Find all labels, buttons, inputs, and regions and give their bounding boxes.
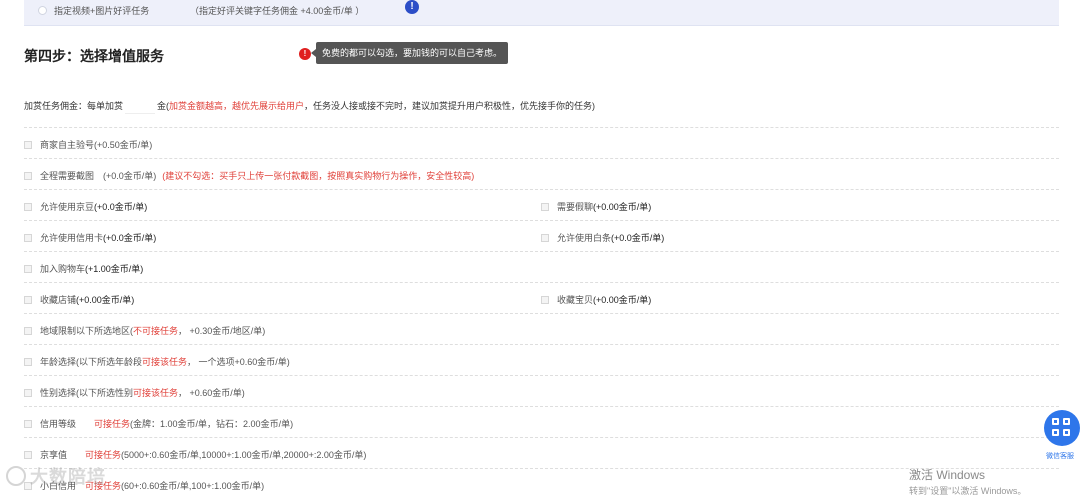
option-price: (金牌：1.00金币/单，钻石：2.00金币/单) — [130, 419, 294, 429]
video-image-review-label: 指定视频+图片好评任务 — [54, 6, 150, 16]
option-price: (60+:0.60金币/单,100+:1.00金币/单) — [121, 481, 265, 491]
wechat-service-label[interactable]: 微信客服 — [1046, 451, 1074, 461]
grid-icon — [1052, 429, 1059, 436]
option-label: 加入购物车 — [40, 264, 86, 274]
service-option-merchant-verify[interactable]: 商家自主验号 (+0.50金币/单) — [24, 138, 152, 151]
service-row: 加入购物车 (+1.00金币/单) — [24, 251, 1059, 282]
option-label: 允许使用白条 — [557, 233, 612, 243]
service-option-jd-value[interactable]: 京享值 可接任务 (5000+:0.60金币/单,10000+:1.00金币/单,… — [24, 448, 366, 461]
service-option-fav-item[interactable]: 收藏宝贝 (+0.00金币/单) — [541, 293, 651, 306]
step-four-title: 第四步：选择增值服务 — [24, 48, 164, 64]
service-row: 地域限制以下所选地区(不可接任务， +0.30金币/地区/单) — [24, 313, 1059, 344]
checkbox[interactable] — [24, 295, 32, 304]
checkbox[interactable] — [24, 450, 32, 459]
bonus-highlight: 加赏金额越高，越优先展示给用户 — [169, 101, 305, 111]
option-price: (+0.00金币/单) — [593, 202, 652, 212]
bonus-label: 加赏任务佣金：每单加赏 — [24, 101, 124, 111]
service-row: 商家自主验号 (+0.50金币/单) — [24, 127, 1059, 158]
service-row: 全程需要截图 (+0.0金币/单) (建议不勾选：买手只上传一张付款截图，按照真实… — [24, 158, 1059, 189]
bonus-unit: 金( — [157, 101, 170, 111]
checkbox[interactable] — [24, 264, 32, 273]
option-label: 收藏店铺 — [40, 295, 77, 305]
option-price: (+0.0金币/单) — [94, 202, 148, 212]
bonus-amount-input[interactable] — [125, 99, 156, 114]
service-option-jd-beans[interactable]: 允许使用京豆 (+0.0金币/单) — [24, 200, 147, 213]
option-price: (+0.00金币/单) — [593, 295, 652, 305]
service-row: 收藏店铺 (+0.00金币/单) 收藏宝贝 (+0.00金币/单) — [24, 282, 1059, 313]
bonus-commission-row: 加赏任务佣金：每单加赏 金(加赏金额越高，越优先展示给用户，任务没人接或接不完时，… — [24, 99, 595, 114]
bonus-rest: ，任务没人接或接不完时，建议加赏提升用户积极性，优先接手你的任务) — [304, 101, 596, 111]
service-row: 小白信用 可接任务 (60+:0.60金币/单,100+:1.00金币/单) — [24, 468, 1059, 497]
option-highlight: 可接任务 — [94, 419, 131, 429]
option-label: 商家自主验号 — [40, 140, 95, 150]
option-label: 地域限制以下所选地区( — [40, 326, 133, 336]
checkbox[interactable] — [541, 202, 549, 211]
checkbox[interactable] — [24, 171, 32, 180]
grid-icon — [1052, 418, 1059, 425]
option-label: 收藏宝贝 — [557, 295, 594, 305]
service-row: 年龄选择(以下所选年龄段 可接该任务， 一个选项+0.60金币/单) — [24, 344, 1059, 375]
option-price: (+0.50金币/单) — [94, 140, 153, 150]
service-row: 允许使用京豆 (+0.0金币/单) 需要假聊 (+0.00金币/单) — [24, 189, 1059, 220]
option-highlight: 不可接任务 — [133, 326, 179, 336]
service-row: 允许使用信用卡 (+0.0金币/单) 允许使用白条 (+0.0金币/单) — [24, 220, 1059, 251]
option-label: 允许使用信用卡 — [40, 233, 104, 243]
option-label: 性别选择(以下所选性别 — [40, 388, 133, 398]
grid-icon — [1063, 429, 1070, 436]
option-label: 京享值 — [40, 450, 86, 460]
watermark-text: 大数陪培 — [30, 467, 106, 487]
grid-icon — [1063, 418, 1070, 425]
service-option-credit-card[interactable]: 允许使用信用卡 (+0.0金币/单) — [24, 231, 156, 244]
option-price: ， +0.60金币/单) — [178, 388, 245, 398]
option-label: 全程需要截图 — [40, 171, 95, 181]
checkbox[interactable] — [24, 202, 32, 211]
checkbox[interactable] — [24, 388, 32, 397]
option-price: (5000+:0.60金币/单,10000+:1.00金币/单,20000+:2… — [121, 450, 367, 460]
prev-step-option-bar: 指定视频+图片好评任务 （指定好评关键字任务佣金 +4.00金币/单 ） ! — [24, 0, 1059, 26]
wechat-service-button[interactable] — [1044, 410, 1080, 446]
option-price: (+0.0金币/单) — [94, 171, 157, 181]
info-icon[interactable]: ! — [405, 0, 419, 14]
service-option-age[interactable]: 年龄选择(以下所选年龄段 可接该任务， 一个选项+0.60金币/单) — [24, 355, 290, 368]
checkbox[interactable] — [541, 233, 549, 242]
option-highlight: 可接任务 — [85, 450, 122, 460]
service-row: 性别选择(以下所选性别 可接该任务， +0.60金币/单) — [24, 375, 1059, 406]
service-option-add-to-cart[interactable]: 加入购物车 (+1.00金币/单) — [24, 262, 143, 275]
option-label: 允许使用京豆 — [40, 202, 95, 212]
service-option-credit-level[interactable]: 信用等级 可接任务 (金牌：1.00金币/单，钻石：2.00金币/单) — [24, 417, 293, 430]
checkbox[interactable] — [24, 419, 32, 428]
service-row: 京享值 可接任务 (5000+:0.60金币/单,10000+:1.00金币/单,… — [24, 437, 1059, 468]
option-highlight: 可接该任务 — [142, 357, 188, 367]
checkbox[interactable] — [541, 295, 549, 304]
service-option-screenshots[interactable]: 全程需要截图 (+0.0金币/单) (建议不勾选：买手只上传一张付款截图，按照真实… — [24, 169, 474, 182]
alert-icon[interactable]: ! — [299, 48, 311, 60]
tooltip: 免费的都可以勾选，要加钱的可以自己考虑。 — [310, 42, 509, 64]
service-option-baitiao[interactable]: 允许使用白条 (+0.0金币/单) — [541, 231, 664, 244]
service-option-region-limit[interactable]: 地域限制以下所选地区(不可接任务， +0.30金币/地区/单) — [24, 324, 265, 337]
option-price: (+0.0金币/单) — [103, 233, 157, 243]
service-option-fake-chat[interactable]: 需要假聊 (+0.00金币/单) — [541, 200, 651, 213]
option-note: (建议不勾选：买手只上传一张付款截图，按照真实购物行为操作，安全性较高) — [162, 171, 475, 181]
windows-activation-title: 激活 Windows — [909, 468, 986, 482]
service-option-fav-shop[interactable]: 收藏店铺 (+0.00金币/单) — [24, 293, 134, 306]
option-highlight: 可接该任务 — [133, 388, 179, 398]
checkbox[interactable] — [24, 233, 32, 242]
video-image-review-radio[interactable] — [38, 6, 47, 15]
checkbox[interactable] — [24, 326, 32, 335]
keyword-review-note: （指定好评关键字任务佣金 +4.00金币/单 ） — [190, 6, 365, 16]
option-price: (+0.00金币/单) — [76, 295, 135, 305]
option-price: (+1.00金币/单) — [85, 264, 144, 274]
option-price: (+0.0金币/单) — [611, 233, 665, 243]
windows-activation-hint: 转到"设置"以激活 Windows。 — [909, 486, 1027, 496]
service-row: 信用等级 可接任务 (金牌：1.00金币/单，钻石：2.00金币/单) — [24, 406, 1059, 437]
watermark-logo-icon — [6, 466, 26, 486]
option-price: ， 一个选项+0.60金币/单) — [187, 357, 290, 367]
checkbox[interactable] — [24, 140, 32, 149]
checkbox[interactable] — [24, 357, 32, 366]
option-label: 需要假聊 — [557, 202, 594, 212]
option-label: 信用等级 — [40, 419, 95, 429]
service-option-gender[interactable]: 性别选择(以下所选性别 可接该任务， +0.60金币/单) — [24, 386, 245, 399]
option-label: 年龄选择(以下所选年龄段 — [40, 357, 142, 367]
option-price: ， +0.30金币/地区/单) — [178, 326, 266, 336]
